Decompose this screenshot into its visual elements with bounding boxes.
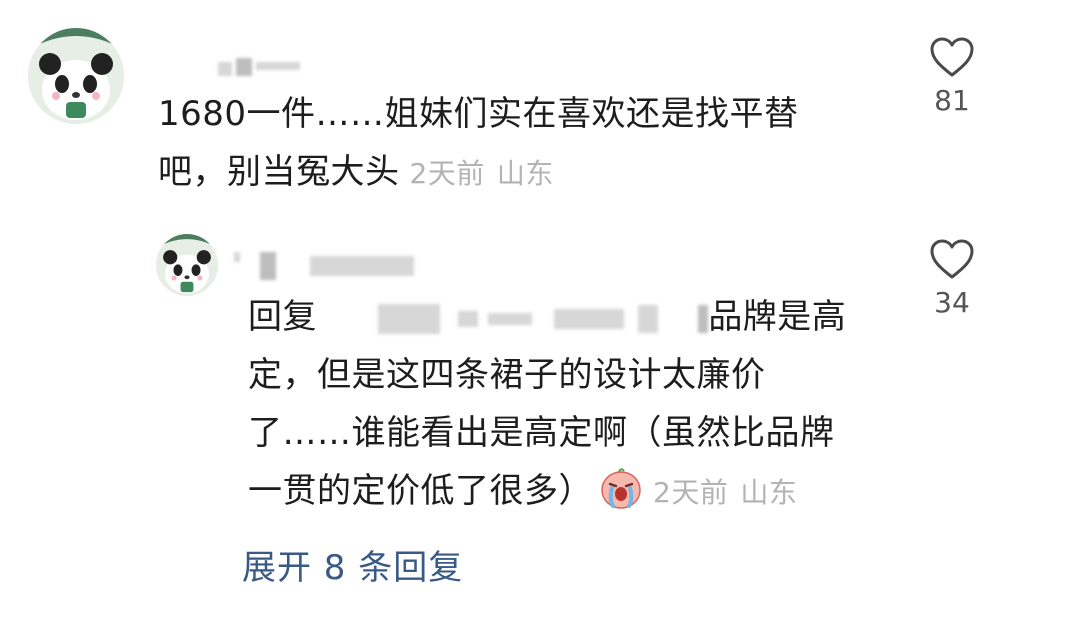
replier-avatar[interactable] bbox=[156, 234, 218, 296]
expand-replies-button[interactable]: 展开 8 条回复 bbox=[242, 540, 463, 589]
reply-meta: 2天前 山东 bbox=[653, 476, 797, 509]
reply-like-button[interactable]: 34 bbox=[912, 238, 992, 319]
reply-line-1: 回复 品牌是高 bbox=[248, 288, 888, 346]
reply-body: 回复 品牌是高 定，但是这四条裙子的设计太廉价 了……谁能看出是高定啊（虽然比品… bbox=[248, 288, 888, 522]
reply-like-count: 34 bbox=[934, 286, 970, 319]
commenter-avatar[interactable] bbox=[28, 28, 124, 124]
heart-outline-icon bbox=[930, 239, 974, 279]
comment-location: 山东 bbox=[496, 157, 554, 190]
comment-like-count: 81 bbox=[934, 84, 970, 117]
heart-outline-icon bbox=[930, 37, 974, 77]
replier-username[interactable] bbox=[234, 248, 414, 280]
comment-like-button[interactable]: 81 bbox=[912, 36, 992, 117]
panda-avatar-icon bbox=[28, 28, 124, 124]
panda-avatar-icon bbox=[156, 234, 218, 296]
reply-time: 2天前 bbox=[653, 476, 729, 509]
crying-face-emoji-icon bbox=[601, 468, 641, 509]
reply-line-2: 定，但是这四条裙子的设计太廉价 bbox=[248, 355, 766, 395]
reply-location: 山东 bbox=[740, 476, 798, 509]
comment-line-2-text: 吧，别当冤大头 bbox=[158, 152, 400, 192]
comment-line-2: 吧，别当冤大头 2天前 山东 bbox=[158, 143, 878, 203]
comment-body: 1680一件……姐妹们实在喜欢还是找平替 吧，别当冤大头 2天前 山东 bbox=[158, 85, 878, 203]
reply-target-username[interactable] bbox=[378, 302, 709, 336]
reply-line-3: 了……谁能看出是高定啊（虽然比品牌 bbox=[248, 413, 835, 453]
comment-meta: 2天前 山东 bbox=[410, 157, 554, 190]
reply-line-4-text: 一贯的定价低了很多） bbox=[248, 471, 593, 511]
comment-time: 2天前 bbox=[409, 157, 485, 190]
comment-line-1: 1680一件……姐妹们实在喜欢还是找平替 bbox=[158, 94, 799, 134]
reply-line-1-tail: 品牌是高 bbox=[708, 297, 847, 337]
commenter-username[interactable] bbox=[218, 56, 300, 76]
reply-prefix: 回复 bbox=[248, 297, 317, 337]
reply-line-4: 一贯的定价低了很多） 2天前 山东 bbox=[248, 462, 888, 522]
